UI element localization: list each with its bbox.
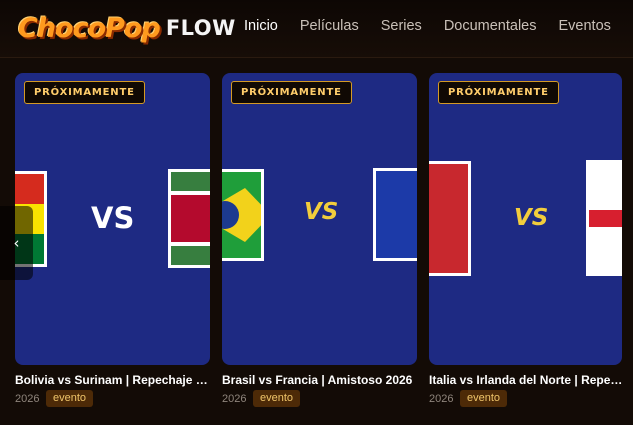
event-year: 2026 xyxy=(15,393,40,405)
event-year: 2026 xyxy=(222,393,247,405)
coming-soon-badge: PRÓXIMAMENTE xyxy=(231,81,352,104)
versus-label: VS xyxy=(91,201,135,235)
event-title[interactable]: Italia vs Irlanda del Norte | Repechaje xyxy=(429,373,626,387)
brasil-flag xyxy=(222,169,264,261)
versus-label: VS xyxy=(304,199,339,225)
event-title[interactable]: Brasil vs Francia | Amistoso 2026 xyxy=(222,373,419,387)
nav-item-eventos[interactable]: Eventos xyxy=(559,18,611,34)
top-nav-bar: ChocoPop FLOW Inicio Películas Series Do… xyxy=(0,0,633,58)
coming-soon-badge: PRÓXIMAMENTE xyxy=(24,81,145,104)
nav-item-peliculas[interactable]: Películas xyxy=(300,18,359,34)
chocopop-flow-logo[interactable]: ChocoPop FLOW xyxy=(18,8,236,48)
event-card-italia-irlanda[interactable]: PRÓXIMAMENTE VS xyxy=(429,73,622,365)
logo-suffix: FLOW xyxy=(165,16,236,40)
francia-flag xyxy=(373,168,417,261)
logo-wordmark: ChocoPop xyxy=(18,12,161,44)
nav-item-series[interactable]: Series xyxy=(381,18,422,34)
event-tag: evento xyxy=(253,390,301,407)
chevron-left-icon: ‹ xyxy=(13,234,20,252)
event-tag: evento xyxy=(460,390,508,407)
nav-item-documentales[interactable]: Documentales xyxy=(444,18,537,34)
carousel-prev-button[interactable]: ‹ xyxy=(0,206,33,280)
irlanda-del-norte-flag xyxy=(586,160,622,276)
suriname-flag xyxy=(168,169,210,268)
versus-label: VS xyxy=(514,205,549,231)
italia-flag xyxy=(429,161,471,276)
coming-soon-badge: PRÓXIMAMENTE xyxy=(438,81,559,104)
nav-item-inicio[interactable]: Inicio xyxy=(244,18,278,34)
main-nav: Inicio Películas Series Documentales Eve… xyxy=(244,18,611,34)
event-title[interactable]: Bolivia vs Surinam | Repechaje Wo… xyxy=(15,373,212,387)
event-card-bolivia-surinam[interactable]: PRÓXIMAMENTE VS xyxy=(15,73,210,365)
event-card-brasil-francia[interactable]: PRÓXIMAMENTE VS xyxy=(222,73,417,365)
event-year: 2026 xyxy=(429,393,454,405)
event-tag: evento xyxy=(46,390,94,407)
